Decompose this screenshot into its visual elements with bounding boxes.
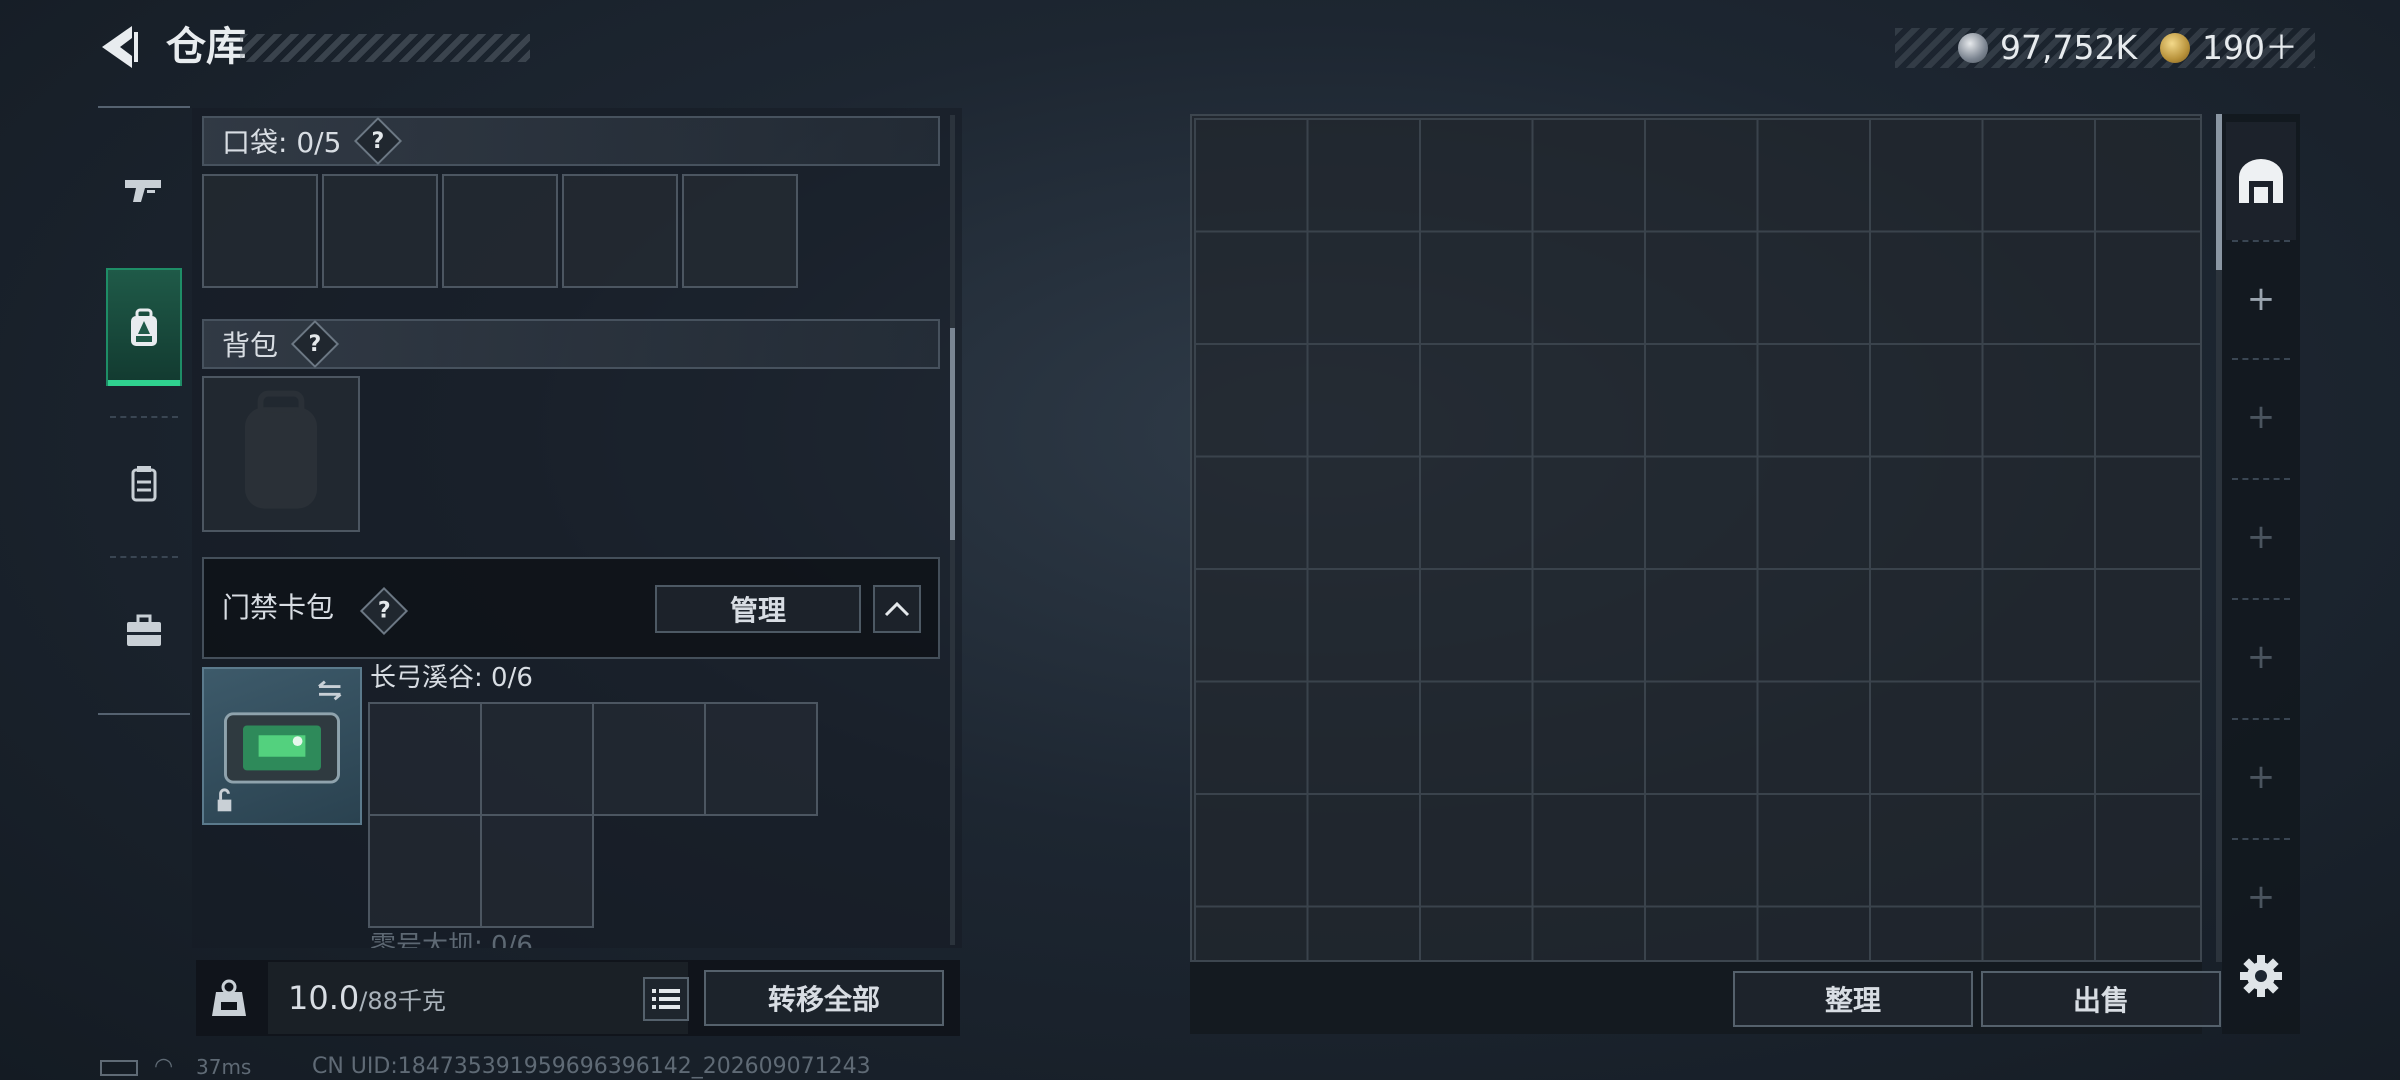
- storage-tab-locked[interactable]: +: [2226, 718, 2296, 836]
- card-slot[interactable]: [592, 702, 706, 816]
- access-card-help-button[interactable]: ?: [359, 586, 408, 636]
- pocket-slot[interactable]: [442, 174, 558, 288]
- storage-tab-add[interactable]: +: [2226, 240, 2296, 358]
- storage-tab-locked[interactable]: +: [2226, 478, 2296, 596]
- card-slot[interactable]: [368, 702, 482, 816]
- transfer-all-button[interactable]: 转移全部: [704, 970, 944, 1026]
- pocket-header: 口袋: 0/5 ?: [202, 116, 940, 166]
- plus-icon: +: [2246, 397, 2276, 437]
- backpack-label: 背包: [222, 329, 279, 362]
- access-card-label: 门禁卡包: [222, 591, 335, 624]
- weight-kg-icon: [212, 979, 246, 1016]
- card-slot-grid: [368, 702, 822, 928]
- chevron-up-icon: [884, 601, 910, 617]
- manage-button[interactable]: 管理: [655, 585, 861, 633]
- panel-scrollbar-thumb[interactable]: [950, 328, 955, 540]
- pocket-slot[interactable]: [562, 174, 678, 288]
- gold-currency-value[interactable]: 190＋: [2202, 27, 2298, 69]
- list-view-button[interactable]: [643, 977, 689, 1021]
- access-card-item[interactable]: [202, 667, 362, 825]
- vest-icon: [131, 466, 157, 502]
- plus-icon: +: [2246, 757, 2276, 797]
- pocket-slot[interactable]: [202, 174, 318, 288]
- tab-weapons[interactable]: [106, 132, 182, 250]
- wifi-icon: ◠: [154, 1054, 174, 1079]
- storage-tab-main[interactable]: [2226, 122, 2296, 240]
- card-slot[interactable]: [480, 814, 594, 928]
- back-button[interactable]: [98, 22, 140, 72]
- pocket-label: 口袋: 0/5: [222, 126, 342, 159]
- back-arrow-icon: [102, 26, 138, 68]
- tab-cases[interactable]: [106, 572, 182, 690]
- keycard-case-icon: [217, 680, 342, 812]
- backpack-header: 背包 ?: [202, 319, 940, 369]
- card-slot[interactable]: [704, 702, 818, 816]
- collapse-button[interactable]: [873, 585, 921, 633]
- backpack-help-button[interactable]: ?: [290, 319, 340, 369]
- briefcase-icon: [127, 614, 161, 646]
- next-card-slot-title: 零号大坝: 0/6: [370, 931, 533, 948]
- pocket-slot[interactable]: [682, 174, 798, 288]
- title-decoration: [240, 34, 530, 62]
- list-icon: [652, 989, 680, 1009]
- pocket-slot[interactable]: [322, 174, 438, 288]
- card-slot[interactable]: [480, 702, 594, 816]
- weight-max: /88千克: [359, 987, 446, 1015]
- pocket-help-button[interactable]: ?: [354, 116, 403, 166]
- storage-tab-locked[interactable]: +: [2226, 598, 2296, 716]
- plus-icon: +: [2246, 637, 2276, 677]
- plus-icon: +: [2246, 517, 2276, 557]
- tab-divider: [110, 556, 178, 558]
- tab-divider: [110, 416, 178, 418]
- backpack-silhouette-icon: [244, 390, 318, 509]
- silver-currency-value: 97,752K: [2000, 28, 2138, 67]
- ping-value: 37ms: [196, 1055, 252, 1079]
- storage-tab-locked[interactable]: +: [2226, 838, 2296, 956]
- plus-icon: +: [2246, 279, 2276, 319]
- storage-grid[interactable]: [1194, 118, 2200, 960]
- card-slot-title: 长弓溪谷: 0/6: [370, 663, 533, 693]
- tab-armor[interactable]: [106, 424, 182, 542]
- page-title: 仓库: [166, 24, 246, 70]
- storage-grid-panel[interactable]: [1190, 114, 2202, 962]
- backpack-icon: [131, 308, 157, 346]
- access-card-header: 门禁卡包 ?: [222, 586, 408, 636]
- sell-button[interactable]: 出售: [1981, 971, 2221, 1027]
- pistol-icon: [125, 180, 161, 202]
- settings-gear-icon[interactable]: [2238, 953, 2284, 999]
- weight-current: 10.0: [288, 979, 360, 1017]
- plus-icon: +: [2246, 877, 2276, 917]
- user-uid: CN UID:1847353919596963961​42_2026090712…: [312, 1054, 871, 1079]
- swap-icon: [318, 680, 342, 701]
- warehouse-icon: [2239, 159, 2283, 203]
- sort-button[interactable]: 整理: [1733, 971, 1973, 1027]
- gold-coin-icon: [2160, 33, 2190, 63]
- tab-backpack[interactable]: [106, 268, 182, 386]
- battery-icon: [100, 1060, 138, 1076]
- card-slot[interactable]: [368, 814, 482, 928]
- storage-tab-locked[interactable]: +: [2226, 358, 2296, 476]
- silver-coin-icon: [1958, 33, 1988, 63]
- backpack-slot[interactable]: [202, 376, 360, 532]
- weight-value: 10.0/88千克: [288, 978, 446, 1021]
